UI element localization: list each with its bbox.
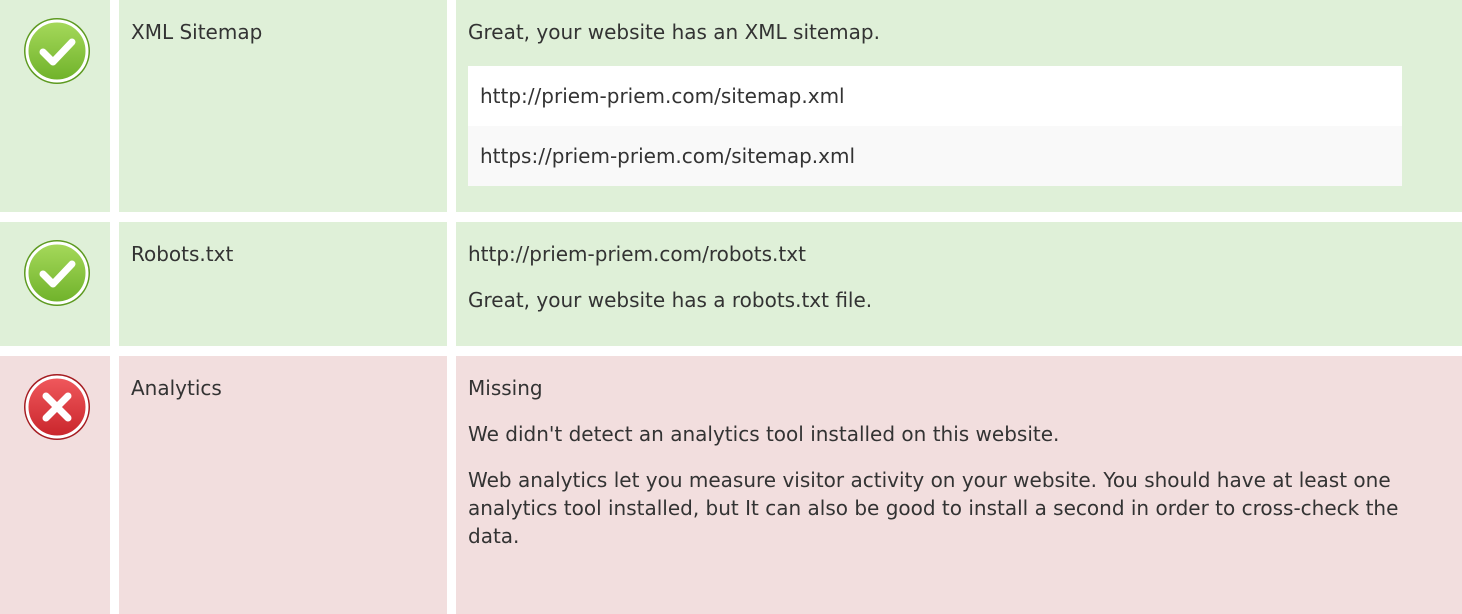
check-message: Great, your website has an XML sitemap. [468,20,880,44]
check-name: Robots.txt [131,242,234,266]
status-cell [0,0,110,212]
check-status-text: Missing [468,376,543,400]
check-name-cell: Robots.txt [119,222,447,346]
check-row-robots-txt: Robots.txt http://priem-priem.com/robots… [0,222,1462,346]
sitemap-url: http://priem-priem.com/sitemap.xml [468,66,1402,126]
check-name-cell: Analytics [119,356,447,614]
x-circle-icon [24,374,90,440]
check-name: Analytics [131,376,222,400]
check-name: XML Sitemap [131,20,263,44]
check-message: We didn't detect an analytics tool insta… [468,422,1060,446]
check-row-analytics: Analytics Missing We didn't detect an an… [0,356,1462,614]
check-row-xml-sitemap: XML Sitemap Great, your website has an X… [0,0,1462,212]
status-cell [0,222,110,346]
robots-url: http://priem-priem.com/robots.txt [468,242,806,266]
check-detail-cell: Great, your website has an XML sitemap. … [456,0,1462,212]
check-detail-cell: http://priem-priem.com/robots.txt Great,… [456,222,1462,346]
check-description: Web analytics let you measure visitor ac… [468,468,1399,548]
sitemap-url-list: http://priem-priem.com/sitemap.xml https… [468,66,1402,186]
check-name-cell: XML Sitemap [119,0,447,212]
check-message: Great, your website has a robots.txt fil… [468,288,873,312]
sitemap-url: https://priem-priem.com/sitemap.xml [468,126,1402,186]
check-circle-icon [24,18,90,84]
check-detail-cell: Missing We didn't detect an analytics to… [456,356,1462,614]
status-cell [0,356,110,614]
check-circle-icon [24,240,90,306]
